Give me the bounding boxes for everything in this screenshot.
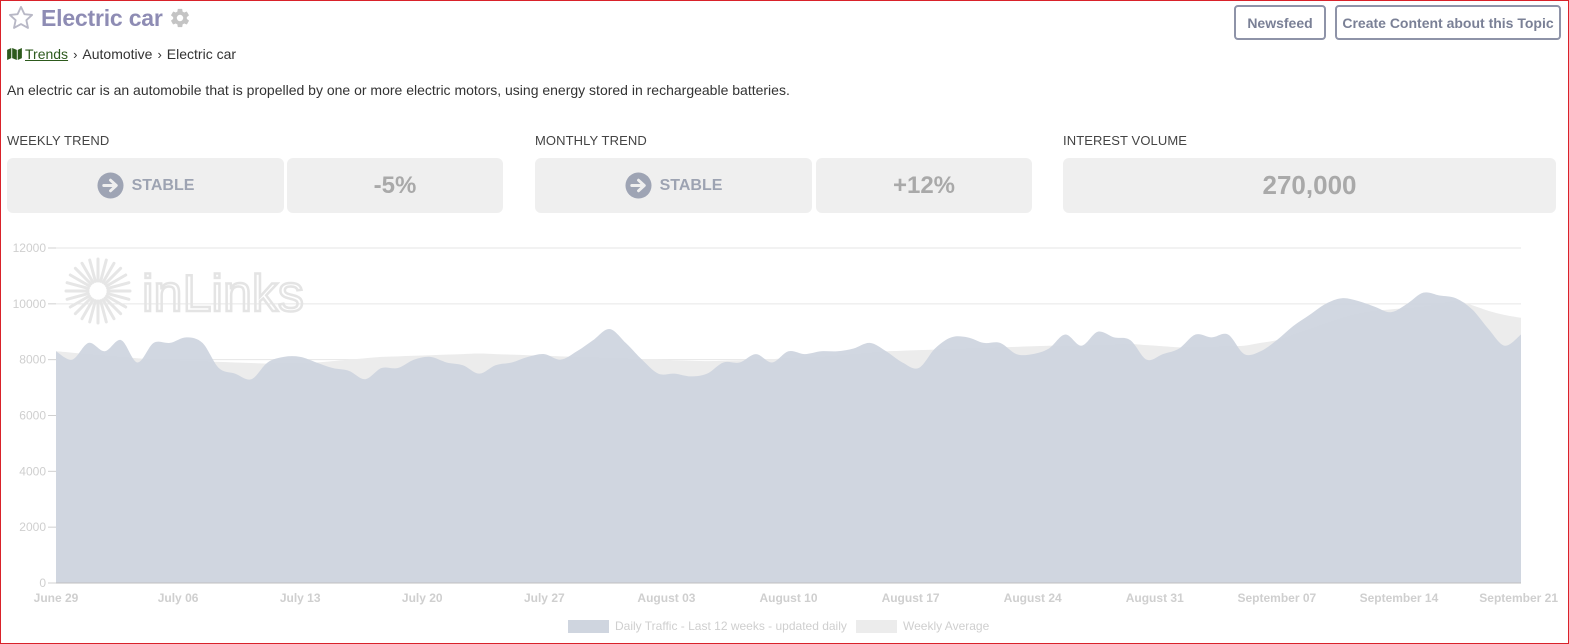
breadcrumb-automotive[interactable]: Automotive [82, 46, 152, 62]
arrow-right-circle-icon [97, 172, 124, 199]
monthly-status-text: STABLE [659, 176, 723, 194]
monthly-change-box: +12% [816, 158, 1032, 213]
y-tick-label: 6000 [19, 409, 46, 423]
weekly-status-text: STABLE [131, 176, 195, 194]
star-icon[interactable] [7, 4, 35, 32]
breadcrumb-current: Electric car [166, 46, 237, 62]
weekly-status-box: STABLE [7, 158, 284, 213]
x-tick-label: August 31 [1126, 591, 1184, 605]
y-axis-ticks: 0 2000 4000 6000 8000 10000 12000 [13, 241, 56, 590]
interest-volume-label: INTEREST VOLUME [1063, 133, 1188, 148]
legend-daily-swatch[interactable] [568, 620, 609, 633]
legend-weekly-label[interactable]: Weekly Average [903, 619, 990, 633]
y-tick-label: 10000 [13, 297, 47, 311]
x-tick-label: July 27 [524, 591, 565, 605]
x-tick-label: August 24 [1004, 591, 1062, 605]
arrow-right-circle-icon [625, 172, 652, 199]
map-icon [7, 48, 22, 60]
breadcrumb: Trends › Automotive › Electric car [7, 46, 236, 62]
x-tick-label: September 14 [1360, 591, 1439, 605]
x-axis-ticks: June 29 July 06 July 13 July 20 July 27 Augus… [34, 591, 1559, 605]
page-title: Electric car [41, 4, 163, 31]
x-tick-label: July 13 [280, 591, 321, 605]
monthly-change-value: +12% [892, 171, 956, 199]
watermark-text: inLinks [142, 265, 304, 323]
x-tick-label: July 20 [402, 591, 443, 605]
y-tick-label: 12000 [13, 241, 47, 255]
x-tick-label: September 07 [1237, 591, 1316, 605]
x-tick-label: August 17 [882, 591, 940, 605]
topic-description: An electric car is an automobile that is… [7, 82, 790, 98]
title-row: Electric car [7, 4, 191, 32]
newsfeed-button[interactable]: Newsfeed [1234, 5, 1326, 40]
chart-legend[interactable]: Daily Traffic - Last 12 weeks - updated … [568, 619, 990, 633]
legend-weekly-swatch[interactable] [856, 620, 897, 633]
y-tick-label: 2000 [19, 520, 46, 534]
x-tick-label: August 10 [759, 591, 817, 605]
weekly-change-box: -5% [287, 158, 503, 213]
chevron-right-icon: › [157, 46, 162, 62]
interest-volume-value: 270,000 [1262, 170, 1357, 200]
x-tick-label: August 03 [637, 591, 695, 605]
breadcrumb-trends-link[interactable]: Trends [25, 46, 68, 62]
x-tick-label: September 21 [1479, 591, 1558, 605]
gear-icon[interactable] [169, 7, 191, 29]
monthly-trend-label: MONTHLY TREND [535, 133, 647, 148]
inlinks-watermark: inLinks [64, 257, 305, 325]
weekly-trend-label: WEEKLY TREND [7, 133, 110, 148]
inlinks-logo-icon [64, 257, 132, 325]
weekly-change-value: -5% [373, 171, 417, 199]
legend-daily-label[interactable]: Daily Traffic - Last 12 weeks - updated … [615, 619, 847, 633]
y-tick-label: 8000 [19, 353, 46, 367]
interest-volume-box: 270,000 [1063, 158, 1556, 213]
monthly-status-box: STABLE [535, 158, 812, 213]
chevron-right-icon: › [73, 46, 78, 62]
y-tick-label: 0 [39, 576, 46, 590]
x-tick-label: July 06 [158, 591, 199, 605]
y-tick-label: 4000 [19, 464, 46, 478]
daily-traffic-area [56, 292, 1521, 583]
x-tick-label: June 29 [34, 591, 79, 605]
create-content-button[interactable]: Create Content about this Topic [1335, 5, 1561, 40]
traffic-chart: inLinks 0 2000 4000 6000 8000 10000 12000 June… [13, 241, 1559, 633]
